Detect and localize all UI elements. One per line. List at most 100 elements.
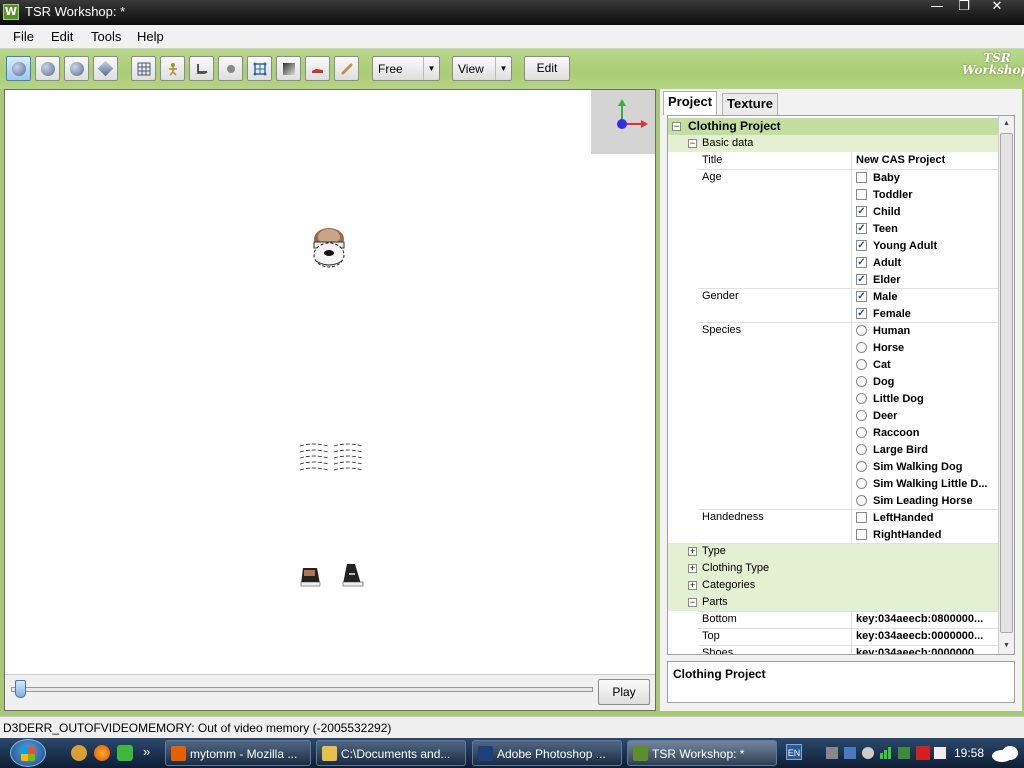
species-option[interactable]: Large Bird <box>668 441 998 458</box>
mesh-button[interactable] <box>247 56 272 81</box>
age-option[interactable]: ✓ Adult <box>668 254 998 271</box>
part-value[interactable]: key:034aeecb:0800000... <box>851 611 998 628</box>
messenger-icon[interactable] <box>117 745 133 761</box>
radio-button[interactable] <box>856 478 867 489</box>
checkbox[interactable]: ✓ <box>856 223 867 234</box>
group-basic-data[interactable]: − Basic data <box>668 135 998 152</box>
expand-icon[interactable]: + <box>688 564 697 573</box>
species-option[interactable]: Raccoon <box>668 424 998 441</box>
species-option[interactable]: Human <box>668 322 998 339</box>
age-option[interactable]: Baby <box>668 169 998 186</box>
radio-button[interactable] <box>856 393 867 404</box>
checkbox[interactable]: ✓ <box>856 257 867 268</box>
scroll-up-icon[interactable]: ▲ <box>999 116 1014 131</box>
checkbox[interactable] <box>856 529 867 540</box>
skeleton-button[interactable] <box>160 56 185 81</box>
taskbar-button[interactable]: Adobe Photoshop ... <box>472 740 622 766</box>
handedness-option[interactable]: LeftHanded <box>668 509 998 526</box>
start-button[interactable] <box>10 739 46 767</box>
taskbar-button[interactable]: TSR Workshop: * <box>627 740 777 766</box>
checkbox[interactable]: ✓ <box>856 206 867 217</box>
checkbox[interactable] <box>856 172 867 183</box>
species-option[interactable]: Cat <box>668 356 998 373</box>
species-option[interactable]: Deer <box>668 407 998 424</box>
play-button[interactable]: Play <box>598 679 650 705</box>
age-option[interactable]: ✓ Young Adult <box>668 237 998 254</box>
menu-edit[interactable]: Edit <box>51 29 73 44</box>
sphere-view-button[interactable] <box>6 56 31 81</box>
quicklaunch-icon[interactable] <box>71 745 87 761</box>
mode-dropdown[interactable]: Free ▼ <box>372 56 440 81</box>
quicklaunch-more-icon[interactable]: » <box>143 744 150 759</box>
age-option[interactable]: ✓ Elder <box>668 271 998 288</box>
gender-option[interactable]: ✓ Male <box>668 288 998 305</box>
checkbox[interactable] <box>856 189 867 200</box>
scroll-down-icon[interactable]: ▼ <box>999 638 1014 653</box>
edit-button[interactable]: Edit <box>524 56 570 81</box>
diamond-view-button[interactable] <box>93 56 118 81</box>
language-indicator[interactable]: EN <box>786 744 802 760</box>
age-option[interactable]: ✓ Teen <box>668 220 998 237</box>
species-option[interactable]: Dog <box>668 373 998 390</box>
minimize-button[interactable]: — <box>924 0 950 16</box>
part-value[interactable]: key:034aeecb:0000000... <box>851 645 998 654</box>
checkbox[interactable]: ✓ <box>856 274 867 285</box>
tab-texture[interactable]: Texture <box>722 93 778 115</box>
tab-project[interactable]: Project <box>663 91 718 115</box>
sphere-view-button-3[interactable] <box>64 56 89 81</box>
age-option[interactable]: Toddler <box>668 186 998 203</box>
menu-help[interactable]: Help <box>137 29 164 44</box>
expand-icon[interactable]: + <box>688 581 697 590</box>
texture-button[interactable] <box>276 56 301 81</box>
gender-option[interactable]: ✓ Female <box>668 305 998 322</box>
checkbox[interactable]: ✓ <box>856 291 867 302</box>
species-option[interactable]: Sim Leading Horse <box>668 492 998 509</box>
group-type[interactable]: + Type <box>668 543 998 560</box>
menu-file[interactable]: File <box>13 29 34 44</box>
group-clothing-type[interactable]: + Clothing Type <box>668 560 998 577</box>
radio-button[interactable] <box>856 427 867 438</box>
species-option[interactable]: Sim Walking Dog <box>668 458 998 475</box>
sphere-view-button-2[interactable] <box>35 56 60 81</box>
species-option[interactable]: Sim Walking Little D... <box>668 475 998 492</box>
radio-button[interactable] <box>856 325 867 336</box>
radio-button[interactable] <box>856 359 867 370</box>
radio-button[interactable] <box>856 376 867 387</box>
group-categories[interactable]: + Categories <box>668 577 998 594</box>
radio-button[interactable] <box>856 495 867 506</box>
handedness-option[interactable]: RightHanded <box>668 526 998 543</box>
taskbar-button[interactable]: mytomm - Mozilla ... <box>165 740 311 766</box>
timeline-slider[interactable] <box>11 687 593 692</box>
part-row[interactable]: Bottom key:034aeecb:0800000... <box>668 611 998 628</box>
radio-button[interactable] <box>856 410 867 421</box>
menu-tools[interactable]: Tools <box>91 29 121 44</box>
group-parts[interactable]: − Parts <box>668 594 998 611</box>
group-clothing-project[interactable]: − Clothing Project <box>668 118 998 135</box>
radio-button[interactable] <box>856 342 867 353</box>
timeline-slider-thumb[interactable] <box>15 680 26 698</box>
close-button[interactable]: ✕ <box>982 0 1012 16</box>
view-dropdown[interactable]: View ▼ <box>452 56 512 81</box>
species-option[interactable]: Horse <box>668 339 998 356</box>
radio-button[interactable] <box>856 461 867 472</box>
firefox-icon[interactable] <box>94 745 110 761</box>
checkbox[interactable]: ✓ <box>856 240 867 251</box>
scrollbar-thumb[interactable] <box>1000 133 1013 633</box>
checkbox[interactable]: ✓ <box>856 308 867 319</box>
sphere-small-button[interactable] <box>218 56 243 81</box>
expand-icon[interactable]: + <box>688 547 697 556</box>
floor-button[interactable] <box>189 56 214 81</box>
part-row[interactable]: Top key:034aeecb:0000000... <box>668 628 998 645</box>
radio-button[interactable] <box>856 444 867 455</box>
taskbar-button[interactable]: C:\Documents and... <box>316 740 466 766</box>
shoe-button[interactable] <box>305 56 330 81</box>
maximize-button[interactable]: ❐ <box>951 0 977 16</box>
part-value[interactable]: key:034aeecb:0000000... <box>851 628 998 645</box>
grid-button[interactable] <box>131 56 156 81</box>
collapse-icon[interactable]: − <box>688 598 697 607</box>
age-option[interactable]: ✓ Child <box>668 203 998 220</box>
property-grid-scrollbar[interactable]: ▲ ▼ <box>998 116 1014 654</box>
part-row[interactable]: Shoes key:034aeecb:0000000... <box>668 645 998 654</box>
title-value[interactable]: New CAS Project <box>851 152 998 169</box>
checkbox[interactable] <box>856 512 867 523</box>
